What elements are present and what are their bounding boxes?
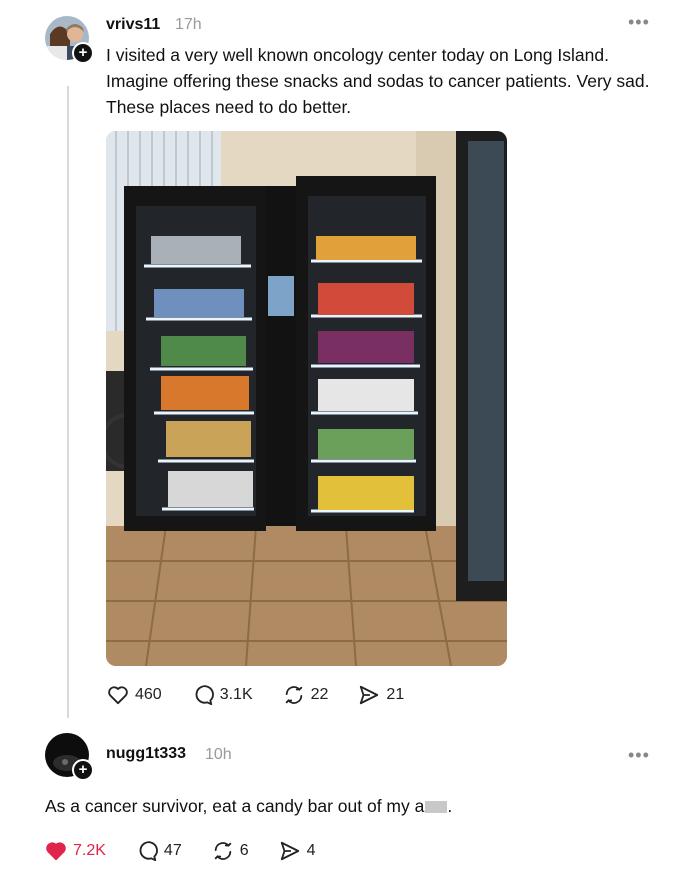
more-ellipsis-icon[interactable]: •••	[628, 12, 650, 33]
repost-count: 22	[310, 686, 329, 703]
thread-line	[67, 86, 69, 718]
post-username[interactable]: vrivs11	[106, 16, 160, 34]
send-icon	[280, 841, 299, 861]
vending-machine-photo	[106, 131, 507, 666]
post-actions: 460 3.1K 22 21	[107, 684, 434, 706]
like-button[interactable]: 460	[107, 685, 162, 705]
like-button[interactable]: 7.2K	[45, 841, 106, 861]
repost-count: 6	[239, 842, 249, 859]
reply-actions: 7.2K 47 6 4	[45, 840, 346, 862]
comment-count: 3.1K	[219, 686, 253, 703]
share-count: 21	[386, 686, 405, 703]
more-ellipsis-icon[interactable]: •••	[628, 745, 650, 766]
reply-text-body: As a cancer survivor, eat a candy bar ou…	[45, 796, 425, 816]
speech-bubble-icon	[195, 685, 214, 706]
reply-time: 10h	[205, 746, 232, 763]
share-count: 4	[306, 842, 316, 859]
like-count: 7.2K	[73, 842, 106, 859]
reply-text: As a cancer survivor, eat a candy bar ou…	[45, 796, 452, 817]
post-time: 17h	[175, 16, 202, 33]
reply-username[interactable]: nugg1t333	[106, 745, 186, 763]
heart-filled-icon	[46, 842, 66, 861]
repost-button[interactable]: 6	[212, 840, 249, 862]
reply-text-end: .	[447, 796, 453, 816]
censor-block	[425, 801, 448, 813]
repost-icon	[285, 686, 302, 704]
post-text: I visited a very well known oncology cen…	[106, 45, 650, 117]
send-icon	[360, 685, 379, 705]
comment-count: 47	[163, 842, 182, 859]
repost-icon	[214, 842, 231, 860]
follow-plus-icon[interactable]: +	[72, 42, 94, 64]
speech-bubble-icon	[139, 841, 158, 862]
follow-plus-icon[interactable]: +	[72, 759, 94, 781]
heart-icon	[108, 686, 128, 705]
like-count: 460	[135, 686, 162, 703]
share-button[interactable]: 21	[358, 684, 404, 706]
comment-button[interactable]: 47	[136, 840, 182, 862]
repost-button[interactable]: 22	[283, 684, 329, 706]
comment-button[interactable]: 3.1K	[192, 684, 253, 706]
post-image[interactable]	[106, 131, 507, 666]
share-button[interactable]: 4	[279, 840, 316, 862]
